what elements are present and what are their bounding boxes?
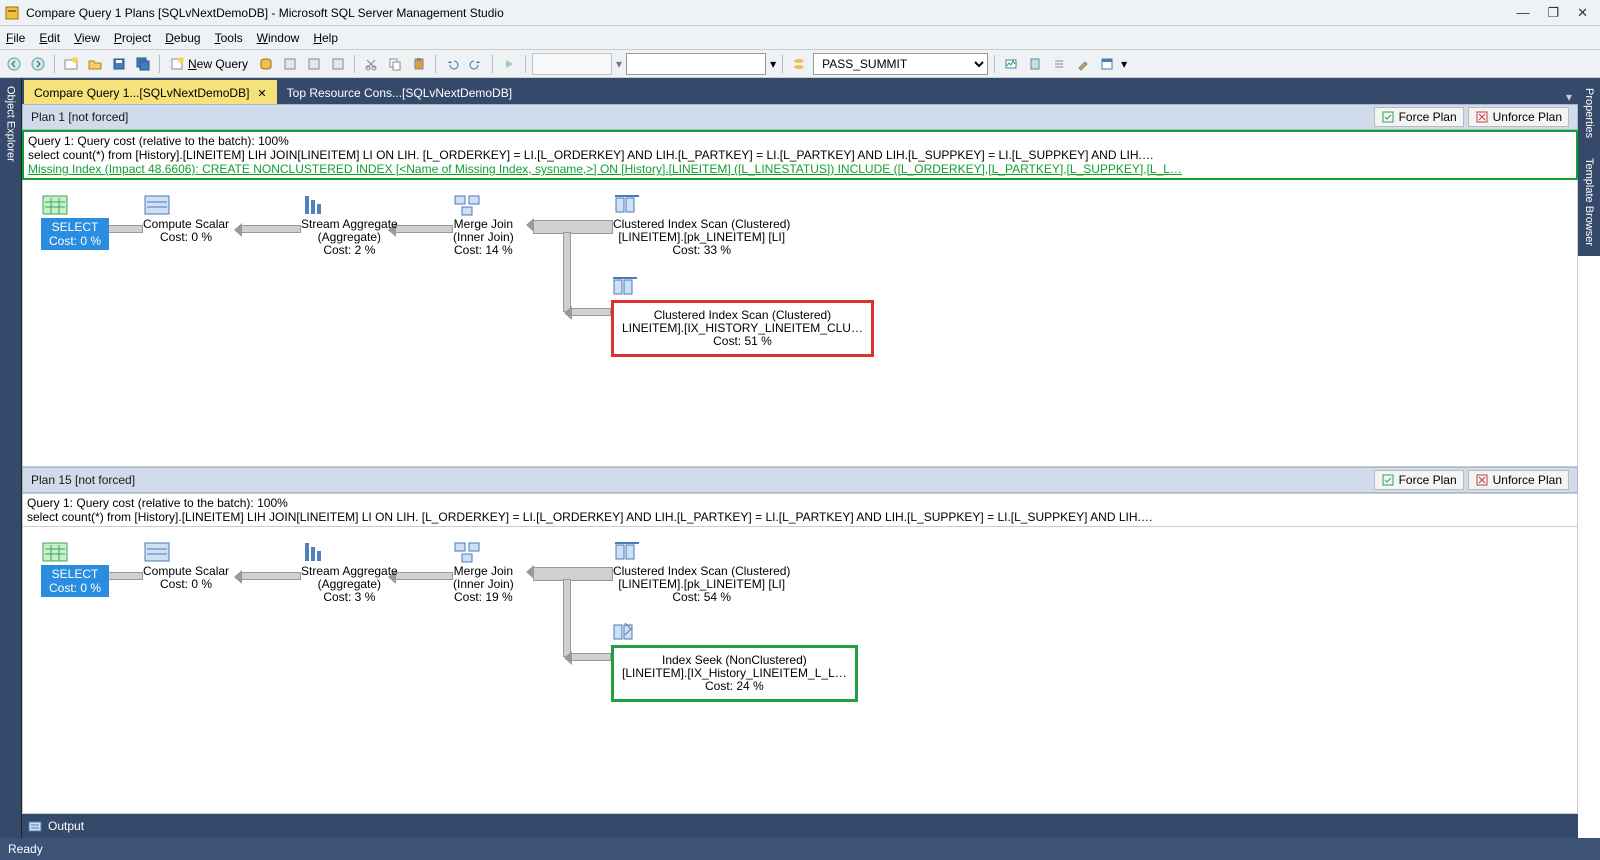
execute-icon[interactable] xyxy=(499,54,519,74)
paste-icon[interactable] xyxy=(409,54,429,74)
maximize-button[interactable]: ❐ xyxy=(1547,5,1559,21)
db-list-icon[interactable] xyxy=(789,54,809,74)
properties-tab[interactable]: Properties xyxy=(1578,78,1600,148)
plan1-scan1-node[interactable]: Clustered Index Scan (Clustered) [LINEIT… xyxy=(613,194,790,257)
tab-close-icon[interactable]: ✕ xyxy=(257,87,266,100)
plan1-header: Plan 1 [not forced] Force Plan Unforce P… xyxy=(22,104,1578,130)
save-icon[interactable] xyxy=(109,54,129,74)
find-combo[interactable] xyxy=(626,53,766,75)
plan2-header: Plan 15 [not forced] Force Plan Unforce … xyxy=(22,467,1578,493)
close-button[interactable]: ✕ xyxy=(1577,5,1588,21)
registered-servers-icon[interactable] xyxy=(1025,54,1045,74)
app-icon xyxy=(4,5,20,21)
plan2-compute-node[interactable]: Compute Scalar Cost: 0 % xyxy=(143,541,229,591)
copy-icon[interactable] xyxy=(385,54,405,74)
plan2-force-button[interactable]: Force Plan xyxy=(1374,470,1464,490)
menu-view[interactable]: View xyxy=(74,31,100,45)
menu-bar: File Edit View Project Debug Tools Windo… xyxy=(0,26,1600,50)
menu-file[interactable]: File xyxy=(6,31,25,45)
plan1-scan2-node[interactable]: Clustered Index Scan (Clustered) LINEITE… xyxy=(611,276,874,357)
plan1-compute-node[interactable]: Compute Scalar Cost: 0 % xyxy=(143,194,229,244)
document-tabs: Compare Query 1...[SQLvNextDemoDB]✕ Top … xyxy=(22,78,1578,104)
object-explorer-tab[interactable]: Object Explorer xyxy=(0,78,22,838)
new-project-icon[interactable] xyxy=(61,54,81,74)
plan1-query-text: Query 1: Query cost (relative to the bat… xyxy=(22,130,1578,180)
menu-edit[interactable]: Edit xyxy=(39,31,60,45)
tools-icon[interactable] xyxy=(1073,54,1093,74)
output-panel-tab[interactable]: Output xyxy=(22,814,1578,838)
dmx-query-icon[interactable] xyxy=(304,54,324,74)
tab-top-resource[interactable]: Top Resource Cons...[SQLvNextDemoDB] xyxy=(277,80,522,104)
redo-icon[interactable] xyxy=(466,54,486,74)
plan1-canvas[interactable]: SELECTCost: 0 % Compute Scalar Cost: 0 %… xyxy=(22,180,1578,467)
status-text: Ready xyxy=(8,842,43,856)
plan1-title: Plan 1 [not forced] xyxy=(31,110,128,124)
window-layout-icon[interactable] xyxy=(1097,54,1117,74)
menu-help[interactable]: Help xyxy=(313,31,338,45)
plan2-canvas[interactable]: SELECTCost: 0 % Compute Scalar Cost: 0 %… xyxy=(22,527,1578,814)
new-query-button[interactable]: New Query xyxy=(166,53,252,75)
window-title: Compare Query 1 Plans [SQLvNextDemoDB] -… xyxy=(26,6,1516,20)
save-all-icon[interactable] xyxy=(133,54,153,74)
plan1-force-button[interactable]: Force Plan xyxy=(1374,107,1464,127)
title-bar: Compare Query 1 Plans [SQLvNextDemoDB] -… xyxy=(0,0,1600,26)
options-icon[interactable] xyxy=(1049,54,1069,74)
xmla-query-icon[interactable] xyxy=(328,54,348,74)
undo-icon[interactable] xyxy=(442,54,462,74)
tab-overflow-icon[interactable]: ▾ xyxy=(1560,90,1578,104)
activity-monitor-icon[interactable] xyxy=(1001,54,1021,74)
open-icon[interactable] xyxy=(85,54,105,74)
solution-combo[interactable] xyxy=(532,53,612,75)
plan1-select-node[interactable]: SELECTCost: 0 % xyxy=(41,194,109,250)
db-engine-query-icon[interactable] xyxy=(256,54,276,74)
plan2-query-text: Query 1: Query cost (relative to the bat… xyxy=(22,493,1578,527)
plan2-seek-node[interactable]: Index Seek (NonClustered) [LINEITEM].[IX… xyxy=(611,621,858,702)
cut-icon[interactable] xyxy=(361,54,381,74)
plan1-merge-node[interactable]: Merge Join (Inner Join) Cost: 14 % xyxy=(453,194,514,257)
menu-window[interactable]: Window xyxy=(257,31,300,45)
plan1-unforce-button[interactable]: Unforce Plan xyxy=(1468,107,1569,127)
tab-compare-plans[interactable]: Compare Query 1...[SQLvNextDemoDB]✕ xyxy=(24,80,277,104)
nav-fwd-icon[interactable] xyxy=(28,54,48,74)
plan2-unforce-button[interactable]: Unforce Plan xyxy=(1468,470,1569,490)
plan1-aggregate-node[interactable]: Stream Aggregate (Aggregate) Cost: 2 % xyxy=(301,194,398,257)
plan2-aggregate-node[interactable]: Stream Aggregate (Aggregate) Cost: 3 % xyxy=(301,541,398,604)
nav-back-icon[interactable] xyxy=(4,54,24,74)
toolbar: New Query ▾ ▾ PASS_SUMMIT ▾ xyxy=(0,50,1600,78)
minimize-button[interactable]: — xyxy=(1516,5,1529,21)
plan2-select-node[interactable]: SELECTCost: 0 % xyxy=(41,541,109,597)
status-bar: Ready xyxy=(0,838,1600,860)
template-browser-tab[interactable]: Template Browser xyxy=(1578,148,1600,256)
database-combo[interactable]: PASS_SUMMIT xyxy=(813,53,988,75)
mdx-query-icon[interactable] xyxy=(280,54,300,74)
menu-project[interactable]: Project xyxy=(114,31,151,45)
menu-tools[interactable]: Tools xyxy=(215,31,243,45)
plan2-title: Plan 15 [not forced] xyxy=(31,473,135,487)
plan2-merge-node[interactable]: Merge Join (Inner Join) Cost: 19 % xyxy=(453,541,514,604)
output-icon xyxy=(28,819,42,833)
menu-debug[interactable]: Debug xyxy=(165,31,200,45)
plan2-scan1-node[interactable]: Clustered Index Scan (Clustered) [LINEIT… xyxy=(613,541,790,604)
